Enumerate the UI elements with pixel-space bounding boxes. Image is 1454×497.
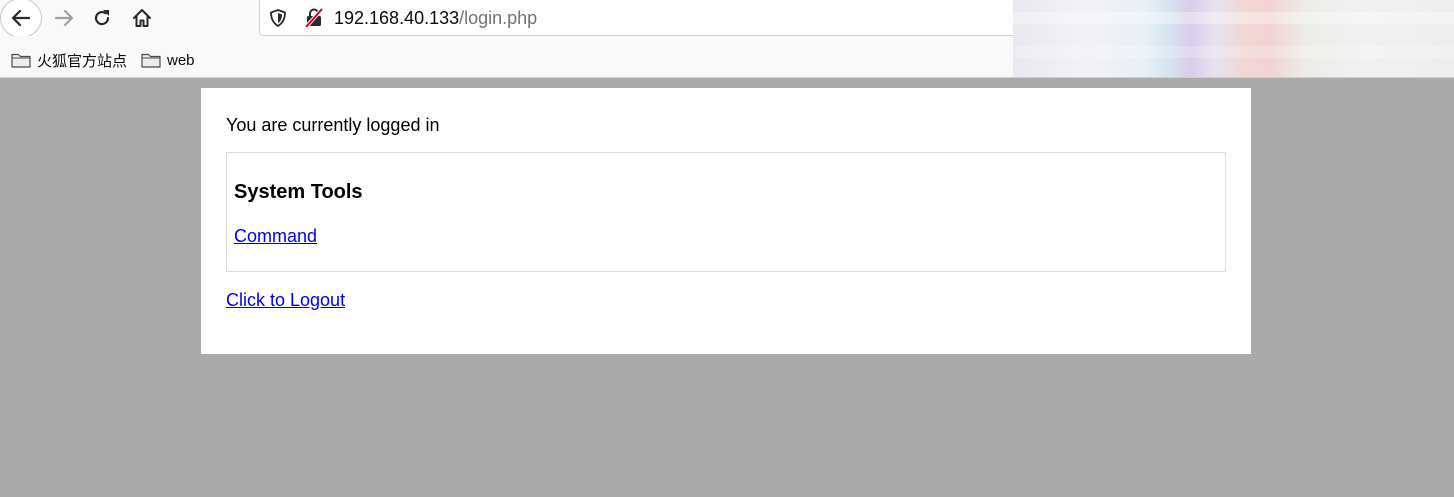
system-tools-box: System Tools Command xyxy=(226,152,1226,272)
login-status-text: You are currently logged in xyxy=(226,115,440,135)
url-host: 192.168.40.133 xyxy=(334,8,460,28)
reload-icon xyxy=(94,10,110,26)
bookmark-folder[interactable]: 火狐官方站点 xyxy=(11,50,127,70)
command-link[interactable]: Command xyxy=(234,226,317,247)
home-button[interactable] xyxy=(122,0,162,36)
logout-link[interactable]: Click to Logout xyxy=(226,290,345,311)
reload-button[interactable] xyxy=(82,0,122,36)
shield-icon[interactable] xyxy=(268,8,288,28)
back-arrow-icon xyxy=(11,9,31,27)
system-tools-heading: System Tools xyxy=(234,181,363,203)
forward-arrow-icon xyxy=(54,9,74,27)
chrome-divider xyxy=(0,77,1454,78)
url-text[interactable]: 192.168.40.133/login.php xyxy=(334,8,537,28)
forward-button[interactable] xyxy=(44,0,84,36)
back-button[interactable] xyxy=(0,0,42,38)
url-bar[interactable]: 192.168.40.133/login.php xyxy=(259,0,1019,36)
content-panel: You are currently logged in System Tools… xyxy=(201,88,1251,354)
blurred-toolbar-region xyxy=(1013,0,1454,77)
home-icon xyxy=(133,9,151,27)
folder-icon xyxy=(141,53,161,68)
bookmarks-toolbar: 火狐官方站点 web xyxy=(0,36,1013,77)
bookmark-label: 火狐官方站点 xyxy=(37,52,128,70)
bookmark-label: web xyxy=(167,51,195,69)
insecure-lock-icon[interactable] xyxy=(304,8,324,28)
bookmark-folder[interactable]: web xyxy=(141,50,195,70)
url-path: /login.php xyxy=(459,8,538,28)
folder-icon xyxy=(11,53,31,68)
